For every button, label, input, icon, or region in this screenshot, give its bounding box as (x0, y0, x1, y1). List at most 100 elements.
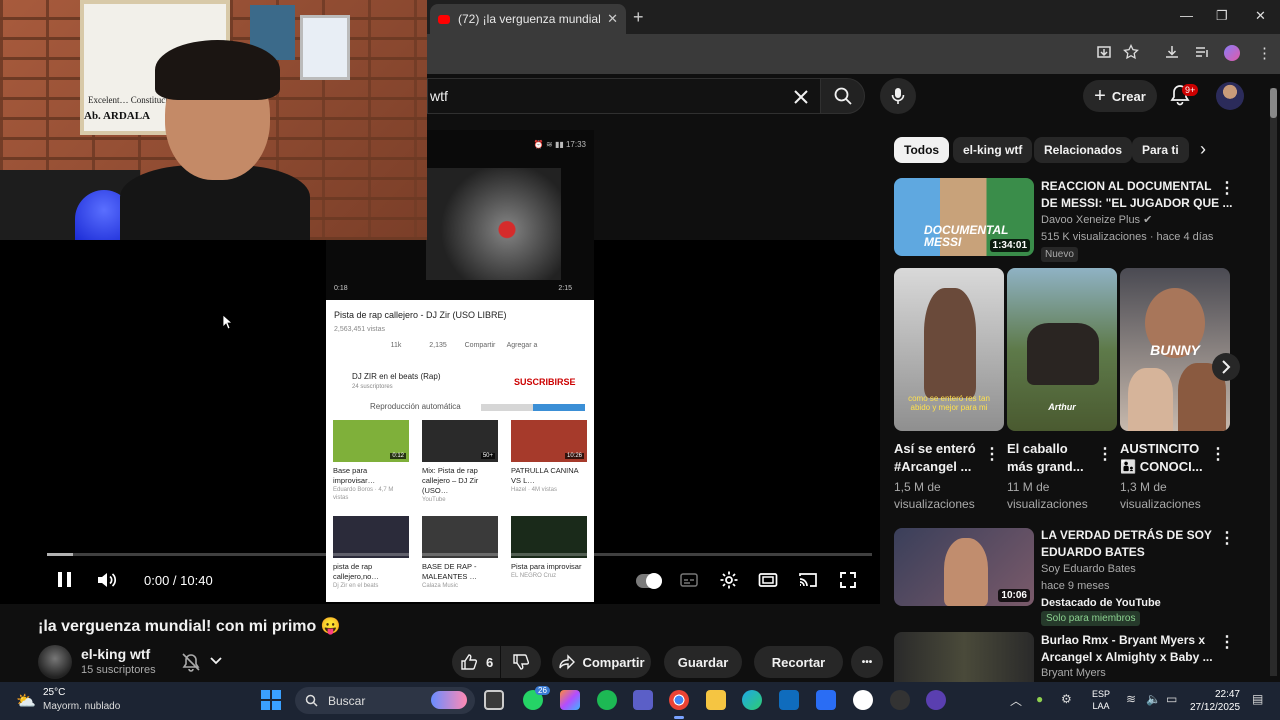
taskbar-search[interactable]: Buscar (295, 687, 475, 714)
video-progress-bar[interactable] (47, 553, 872, 556)
clock[interactable]: 22:47 27/12/2025 (1190, 688, 1240, 714)
phone-card-channel: EL NEGRO Cruz (511, 573, 557, 579)
more-options-icon[interactable]: ⋮ (984, 444, 1000, 464)
copilot-icon[interactable] (560, 690, 580, 710)
chip-next-chevron-icon[interactable]: › (1200, 139, 1206, 160)
autoplay-toggle[interactable] (636, 573, 662, 589)
chevron-down-icon[interactable] (209, 656, 223, 666)
recommendation-title-line2[interactable]: EDUARDO BATES (1041, 544, 1145, 561)
tab-close-icon[interactable]: ✕ (607, 11, 618, 27)
teams-icon[interactable] (633, 690, 653, 710)
notifications-off-icon[interactable] (181, 652, 201, 672)
window-minimize-button[interactable]: — (1180, 8, 1193, 23)
more-options-icon[interactable]: ⋮ (1219, 528, 1235, 548)
weather-cloud-sun-icon[interactable]: ⛅ (16, 691, 36, 711)
search-button[interactable] (820, 78, 865, 114)
short-title[interactable]: El caballo más grand... (1007, 440, 1093, 476)
share-button[interactable]: Compartir (552, 646, 651, 678)
like-button[interactable]: 6 (452, 646, 500, 678)
tray-chevron-up-icon[interactable]: ︿ (1010, 692, 1022, 709)
tray-settings-icon[interactable]: ⚙ (1061, 692, 1072, 706)
settings-gear-icon[interactable] (719, 570, 739, 590)
clear-search-icon[interactable] (792, 88, 810, 106)
window-maximize-button[interactable]: ❐ (1216, 8, 1228, 24)
recommendation-thumbnail[interactable]: DOCUMENTAL MESSI 1:34:01 (894, 178, 1034, 256)
short-thumbnail[interactable]: BUNNY (1120, 268, 1230, 431)
chip-for-you[interactable]: Para ti (1132, 137, 1189, 163)
subtitles-icon[interactable] (679, 570, 699, 590)
chip-related[interactable]: Relacionados (1034, 137, 1133, 163)
recommendation-title[interactable]: Burlao Rmx - Bryant Myers x (1041, 632, 1205, 649)
voice-search-button[interactable] (880, 78, 916, 114)
media-controls-icon[interactable] (1194, 44, 1210, 60)
battery-icon[interactable]: ▭ (1166, 692, 1177, 706)
windows-start-icon[interactable] (261, 690, 281, 710)
recommendation-channel[interactable]: Davoo Xeneize Plus ✔ (1041, 212, 1152, 229)
recommendation-channel[interactable]: Soy Eduardo Bates (1041, 561, 1136, 578)
clip-button[interactable]: Recortar (754, 646, 843, 678)
app-icon-dark[interactable] (890, 690, 910, 710)
install-app-icon[interactable] (1096, 44, 1112, 60)
app-icon-blue[interactable] (816, 690, 836, 710)
recommendation-channel[interactable]: Bryant Myers (1041, 665, 1106, 682)
tray-app-icon[interactable]: ● (1036, 692, 1043, 706)
recommendation-thumbnail[interactable]: 10:06 (894, 528, 1034, 606)
file-explorer-icon[interactable] (706, 690, 726, 710)
recommendation-thumbnail[interactable] (894, 632, 1034, 682)
short-title[interactable]: AUSTINCITO 👨‍👦 CONOCI... (1120, 440, 1206, 476)
dislike-button[interactable] (501, 646, 541, 678)
theater-mode-icon[interactable] (758, 570, 778, 590)
pause-button[interactable] (55, 570, 75, 590)
account-avatar[interactable] (1216, 82, 1244, 110)
chip-channel[interactable]: el-king wtf (953, 137, 1033, 163)
fullscreen-icon[interactable] (838, 570, 858, 590)
create-button[interactable]: + Crear (1083, 80, 1157, 112)
short-thumbnail[interactable]: Arthur (1007, 268, 1117, 431)
person-hair (155, 40, 280, 100)
task-view-icon[interactable] (484, 690, 504, 710)
search-input[interactable] (428, 88, 768, 104)
more-options-icon[interactable]: ⋮ (1219, 632, 1235, 652)
store-icon[interactable] (779, 690, 799, 710)
short-thumbnail[interactable]: como se enteró res tan abido y mejor par… (894, 268, 1004, 431)
weather-description[interactable]: Mayorm. nublado (43, 701, 120, 712)
downloads-icon[interactable] (1164, 44, 1180, 60)
phone-autoplay-label: Reproducción automática (370, 402, 461, 411)
more-options-icon[interactable]: ⋮ (1097, 444, 1113, 464)
channel-name[interactable]: el-king wtf (81, 646, 150, 662)
thumbs-down-icon (513, 654, 530, 670)
more-options-icon[interactable]: ⋮ (1219, 178, 1235, 198)
save-button[interactable]: Guardar (664, 646, 742, 678)
phone-channel-subs: 24 suscriptores (352, 384, 393, 390)
recommendation-title-line2[interactable]: DE MESSI: "EL JUGADOR QUE ... (1041, 195, 1233, 212)
bookmark-star-icon[interactable] (1123, 44, 1139, 60)
channel-avatar[interactable] (38, 645, 72, 679)
notification-center-icon[interactable]: ▤ (1252, 692, 1263, 706)
weather-temperature[interactable]: 25°C (43, 687, 65, 698)
volume-tray-icon[interactable]: 🔈 (1146, 692, 1161, 706)
new-tab-button[interactable]: + (633, 7, 644, 28)
browser-tab-active[interactable]: (72) ¡la verguenza mundial! con mi primo… (430, 4, 626, 34)
recommendation-title-line2[interactable]: Arcangel x Almighty x Baby ... (1041, 649, 1213, 666)
input-language[interactable]: ESP LAA (1092, 688, 1110, 712)
page-scrollbar[interactable] (1270, 88, 1277, 676)
cast-icon[interactable] (798, 570, 818, 590)
wifi-icon[interactable]: ≋ (1126, 692, 1136, 706)
shorts-next-button[interactable] (1212, 353, 1240, 381)
spotify-icon[interactable] (597, 690, 617, 710)
media-player-icon[interactable] (853, 690, 873, 710)
chrome-icon[interactable] (669, 690, 689, 710)
browser-profile-icon[interactable] (1224, 45, 1240, 61)
more-actions-button[interactable]: ••• (851, 646, 883, 678)
app-icon-purple[interactable] (926, 690, 946, 710)
volume-icon[interactable] (96, 570, 118, 590)
recommendation-title[interactable]: LA VERDAD DETRÁS DE SOY (1041, 527, 1212, 544)
window-close-button[interactable]: ✕ (1255, 8, 1266, 24)
more-options-icon[interactable]: ⋮ (1210, 444, 1226, 464)
edge-icon[interactable] (742, 690, 762, 710)
browser-menu-icon[interactable]: ⋮ (1257, 44, 1272, 62)
chip-all[interactable]: Todos (894, 137, 950, 163)
short-title[interactable]: Así se enteró #Arcangel ... (894, 440, 980, 476)
recommendation-title[interactable]: REACCION AL DOCUMENTAL (1041, 178, 1211, 195)
search-box[interactable] (427, 78, 820, 114)
